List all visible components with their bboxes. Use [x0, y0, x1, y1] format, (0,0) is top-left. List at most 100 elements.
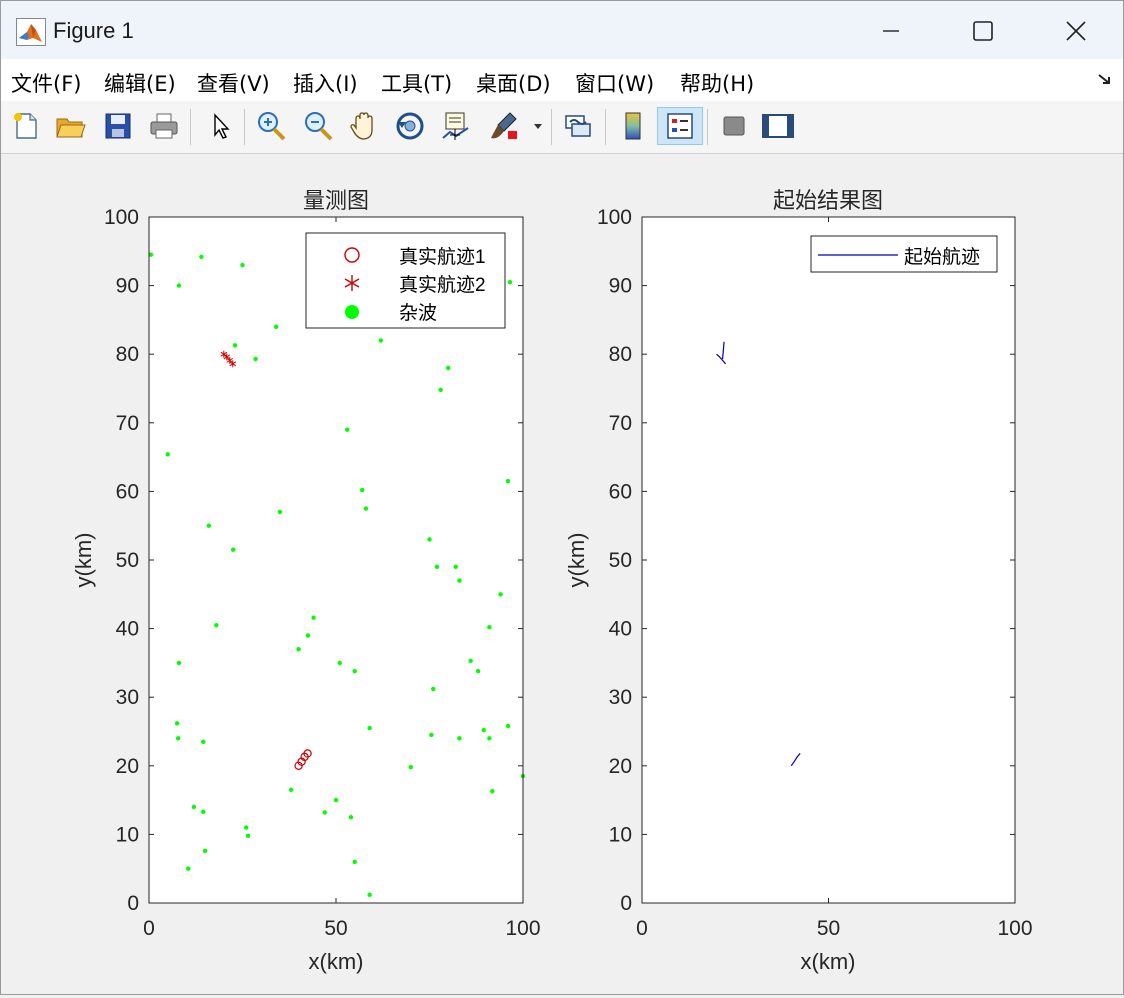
y-tick-label: 20	[116, 755, 139, 778]
y-tick-label: 0	[620, 892, 632, 915]
show-plot-tools-icon	[762, 114, 794, 138]
clutter-point	[175, 736, 181, 741]
x-tick-label: 50	[817, 917, 840, 940]
clutter-point	[468, 658, 473, 664]
axes-title: 量测图	[303, 188, 369, 213]
y-tick-label: 10	[609, 823, 632, 846]
clutter-point	[352, 859, 357, 865]
y-tick-label: 70	[116, 412, 139, 435]
clutter-point	[352, 668, 357, 674]
toolbar-separator	[707, 109, 708, 145]
plot-area	[642, 217, 1015, 903]
data-cursor-icon	[442, 112, 469, 140]
menu-desktop[interactable]: 桌面(D)	[476, 68, 551, 98]
clutter-point	[186, 866, 191, 871]
clutter-point	[288, 787, 294, 793]
clutter-point	[176, 660, 182, 666]
clutter-point	[201, 809, 206, 814]
clutter-point	[348, 815, 354, 820]
title-bar: Figure 1	[1, 1, 1123, 59]
menu-file[interactable]: 文件(F)	[11, 68, 81, 98]
clutter-point	[199, 254, 204, 259]
save-icon	[105, 113, 131, 139]
clutter-point	[446, 365, 451, 371]
clutter-point	[457, 578, 462, 583]
zoom-in-button[interactable]	[253, 107, 289, 145]
y-tick-label: 50	[609, 549, 632, 572]
data-cursor-button[interactable]	[438, 107, 474, 145]
y-tick-label: 90	[609, 275, 632, 298]
toolbar-separator	[190, 109, 191, 145]
show-plot-tools-button[interactable]	[760, 107, 796, 145]
brush-dropdown-button[interactable]	[528, 107, 548, 145]
matlab-logo-icon	[16, 18, 46, 46]
menu-edit[interactable]: 编辑(E)	[104, 68, 176, 98]
clutter-point	[481, 727, 486, 733]
clutter-point	[311, 615, 316, 620]
legend-entry: 杂波	[399, 302, 437, 324]
brush-button[interactable]	[486, 107, 522, 145]
x-tick-label: 100	[997, 917, 1032, 940]
menu-help[interactable]: 帮助(H)	[680, 68, 754, 98]
maximize-icon	[973, 21, 993, 41]
clutter-point	[333, 797, 339, 803]
zoom-in-icon	[258, 112, 286, 141]
axes-measurement[interactable]: 量测图 x(km) y(km) 0 50 100 0 10 20 30 40 50 60 70 80 9…	[71, 188, 541, 974]
clutter-point	[305, 633, 311, 638]
pan-icon	[350, 112, 373, 140]
clutter-point	[475, 668, 481, 674]
y-axis-label: y(km)	[564, 533, 589, 588]
hide-plot-tools-button[interactable]	[716, 107, 752, 145]
clutter-point	[322, 810, 327, 815]
pan-button[interactable]	[346, 107, 382, 145]
rotate-3d-button[interactable]	[392, 107, 428, 145]
clutter-point	[507, 279, 513, 285]
y-tick-label: 80	[116, 343, 139, 366]
edit-plot-button[interactable]	[202, 107, 238, 145]
x-axis-label: x(km)	[309, 949, 364, 974]
save-button[interactable]	[100, 107, 136, 145]
clutter-point	[427, 537, 432, 542]
new-figure-button[interactable]	[8, 107, 44, 145]
dock-figure-icon[interactable]	[1097, 71, 1113, 87]
legend-entry: 真实航迹1	[399, 246, 486, 268]
print-button[interactable]	[146, 107, 182, 145]
maximize-button[interactable]	[953, 11, 1013, 51]
hide-plot-tools-icon	[723, 116, 745, 136]
clutter-point	[498, 592, 503, 597]
clutter-point	[367, 892, 372, 897]
menu-bar: 文件(F) 编辑(E) 查看(V) 插入(I) 工具(T) 桌面(D) 窗口(W…	[1, 59, 1123, 101]
y-tick-label: 20	[609, 755, 632, 778]
menu-window[interactable]: 窗口(W)	[575, 68, 654, 98]
x-tick-label: 50	[324, 917, 347, 940]
link-plot-button[interactable]	[560, 107, 596, 145]
figure-plots: 量测图 x(km) y(km) 0 50 100010203040506070809…	[71, 188, 1033, 974]
zoom-out-button[interactable]	[300, 107, 336, 145]
clutter-point	[244, 825, 249, 830]
insert-colorbar-button[interactable]	[615, 107, 651, 145]
clutter-point	[453, 564, 458, 570]
axes-title: 起始结果图	[773, 188, 883, 213]
clutter-point	[240, 262, 245, 268]
x-tick-label: 0	[143, 917, 155, 940]
menu-view[interactable]: 查看(V)	[197, 68, 270, 98]
y-tick-label: 60	[609, 480, 632, 503]
open-file-button[interactable]	[53, 107, 89, 145]
legend[interactable]: 起始航迹	[810, 235, 998, 273]
insert-legend-button[interactable]	[657, 107, 703, 145]
clutter-point	[487, 625, 492, 630]
legend[interactable]: 真实航迹1 真实航迹2 杂波	[305, 232, 506, 329]
clutter-point	[490, 788, 495, 794]
menu-tools[interactable]: 工具(T)	[381, 68, 452, 98]
axes-initiation-result[interactable]: 起始结果图 x(km) y(km) 0 50 100 0 10 20 30 40 50 60 70 8…	[564, 188, 1033, 974]
clutter-point	[191, 804, 197, 810]
clutter-point	[232, 343, 238, 348]
y-tick-label: 10	[116, 823, 139, 846]
minimize-button[interactable]	[861, 11, 921, 51]
clutter-point	[337, 660, 342, 666]
clutter-point	[438, 387, 443, 393]
close-button[interactable]	[1046, 11, 1106, 51]
toolbar-separator	[605, 109, 606, 145]
menu-insert[interactable]: 插入(I)	[293, 68, 358, 98]
clutter-point	[296, 646, 301, 652]
